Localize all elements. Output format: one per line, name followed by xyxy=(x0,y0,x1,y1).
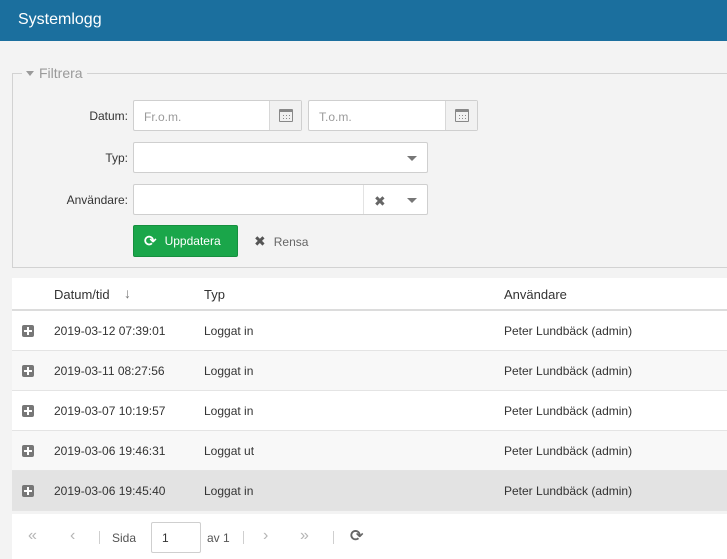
type-label: Typ: xyxy=(105,151,128,165)
page-number-input[interactable]: 1 xyxy=(151,522,201,553)
date-to-input[interactable]: T.o.m. xyxy=(308,100,478,131)
expand-row-icon[interactable] xyxy=(22,445,34,457)
cell-datetime: 2019-03-06 19:45:40 xyxy=(54,484,166,498)
pager-divider xyxy=(333,531,334,544)
expand-row-icon[interactable] xyxy=(22,365,34,377)
date-label: Datum: xyxy=(89,109,128,123)
cell-user: Peter Lundbäck (admin) xyxy=(504,364,633,378)
chevron-down-icon[interactable] xyxy=(407,156,417,161)
date-to-calendar-button[interactable] xyxy=(445,101,477,130)
cell-type: Loggat ut xyxy=(204,444,255,458)
column-header-datetime[interactable]: Datum/tid xyxy=(54,287,110,302)
clear-selection-icon[interactable]: ✖ xyxy=(374,193,386,210)
cell-datetime: 2019-03-11 08:27:56 xyxy=(54,364,165,378)
cell-type: Loggat in xyxy=(204,404,254,418)
column-header-type[interactable]: Typ xyxy=(204,287,225,302)
date-from-placeholder: Fr.o.m. xyxy=(144,110,182,124)
update-button[interactable]: ⟳ Uppdatera xyxy=(133,225,238,257)
page-total-label: av 1 xyxy=(207,531,230,545)
cell-datetime: 2019-03-12 07:39:01 xyxy=(54,324,166,338)
cell-user: Peter Lundbäck (admin) xyxy=(504,484,633,498)
refresh-icon[interactable]: ⟳ xyxy=(350,526,363,546)
close-icon: ✖ xyxy=(254,233,266,249)
cell-type: Loggat in xyxy=(204,364,254,378)
prev-page-icon[interactable]: ‹ xyxy=(70,527,75,545)
pager-divider xyxy=(243,531,244,544)
user-select-divider xyxy=(363,185,364,214)
refresh-icon: ⟳ xyxy=(144,232,157,250)
cell-user: Peter Lundbäck (admin) xyxy=(504,444,633,458)
expand-row-icon[interactable] xyxy=(22,405,34,417)
table-row[interactable]: 2019-03-11 08:27:56 Loggat in Peter Lund… xyxy=(12,351,727,391)
caret-down-icon xyxy=(26,70,34,76)
cell-datetime: 2019-03-07 10:19:57 xyxy=(54,404,166,418)
pager-divider xyxy=(99,531,100,544)
last-page-icon[interactable]: » xyxy=(300,527,309,545)
table-row[interactable]: 2019-03-06 19:46:31 Loggat ut Peter Lund… xyxy=(12,431,727,471)
cell-datetime: 2019-03-06 19:46:31 xyxy=(54,444,166,458)
filter-legend-toggle[interactable]: Filtrera xyxy=(22,64,87,82)
page-label: Sida xyxy=(112,531,137,545)
cell-type: Loggat in xyxy=(204,324,254,338)
pagination: « ‹ Sida 1 av 1 › » ⟳ xyxy=(12,514,727,559)
user-select[interactable]: ✖ xyxy=(133,184,428,215)
table-row-selected[interactable]: 2019-03-06 19:45:40 Loggat in Peter Lund… xyxy=(12,471,727,511)
cell-user: Peter Lundbäck (admin) xyxy=(504,324,633,338)
clear-filter-label: Rensa xyxy=(273,234,309,249)
type-select[interactable] xyxy=(133,142,428,173)
table-header: Datum/tid ↓ Typ Användare xyxy=(12,278,727,311)
date-to-placeholder: T.o.m. xyxy=(319,110,352,124)
column-header-user[interactable]: Användare xyxy=(504,287,567,302)
update-button-label: Uppdatera xyxy=(164,234,221,248)
next-page-icon[interactable]: › xyxy=(263,527,268,545)
calendar-icon xyxy=(278,109,293,122)
first-page-icon[interactable]: « xyxy=(28,527,37,545)
table-row[interactable]: 2019-03-12 07:39:01 Loggat in Peter Lund… xyxy=(12,311,727,351)
expand-row-icon[interactable] xyxy=(22,485,34,497)
date-from-calendar-button[interactable] xyxy=(269,101,301,130)
expand-row-icon[interactable] xyxy=(22,325,34,337)
log-table: Datum/tid ↓ Typ Användare 2019-03-12 07:… xyxy=(12,278,727,511)
chevron-down-icon[interactable] xyxy=(407,198,417,203)
cell-user: Peter Lundbäck (admin) xyxy=(504,404,633,418)
table-row[interactable]: 2019-03-07 10:19:57 Loggat in Peter Lund… xyxy=(12,391,727,431)
filter-legend-label: Filtrera xyxy=(39,65,83,81)
calendar-icon xyxy=(454,109,469,122)
app-header: Systemlogg xyxy=(0,0,727,41)
date-from-input[interactable]: Fr.o.m. xyxy=(133,100,302,131)
user-label: Användare: xyxy=(66,193,128,207)
cell-type: Loggat in xyxy=(204,484,254,498)
clear-filter-button[interactable]: ✖ Rensa xyxy=(254,233,308,250)
sort-desc-icon: ↓ xyxy=(124,285,131,301)
page-title: Systemlogg xyxy=(18,11,102,28)
